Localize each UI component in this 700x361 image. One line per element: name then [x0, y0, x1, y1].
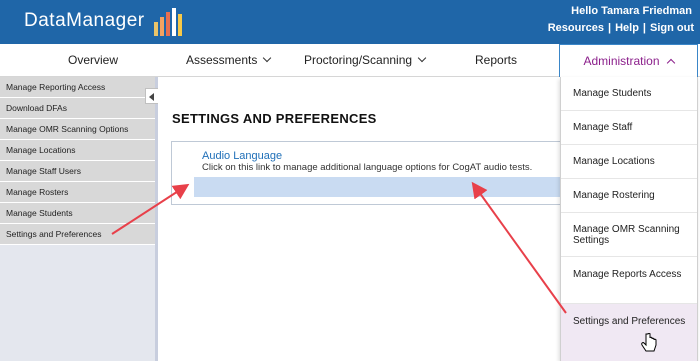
nav-label: Administration	[583, 54, 660, 68]
nav-overview[interactable]: Overview	[68, 44, 118, 77]
app-header: DataManager Hello Tamara Friedman Resour…	[0, 0, 700, 44]
nav-proctoring-scanning[interactable]: Proctoring/Scanning	[304, 44, 427, 77]
sidebar-item-manage-omr-scanning-options[interactable]: Manage OMR Scanning Options	[0, 119, 155, 140]
nav-label: Assessments	[186, 53, 258, 67]
nav-label: Overview	[68, 53, 119, 67]
resources-link[interactable]: Resources	[548, 22, 604, 34]
audio-language-link[interactable]: Audio Language	[202, 150, 282, 162]
user-greeting: Hello Tamara Friedman	[571, 5, 692, 17]
dropdown-item-manage-reports-access[interactable]: Manage Reports Access	[573, 269, 691, 280]
nav-label: Proctoring/Scanning	[304, 53, 413, 67]
administration-dropdown: Manage Students Manage Staff Manage Loca…	[560, 77, 698, 361]
sidebar-item-settings-and-preferences[interactable]: Settings and Preferences	[0, 224, 155, 245]
sidebar-item-manage-staff-users[interactable]: Manage Staff Users	[0, 161, 155, 182]
nav-label: Reports	[475, 53, 518, 67]
dropdown-divider	[561, 303, 697, 304]
dropdown-item-manage-rostering[interactable]: Manage Rostering	[573, 190, 691, 201]
nav-assessments[interactable]: Assessments	[186, 44, 272, 77]
link-separator: |	[642, 22, 646, 34]
sidebar-item-download-dfas[interactable]: Download DFAs	[0, 98, 155, 119]
logo-bars-icon	[154, 8, 182, 36]
chevron-down-icon	[417, 53, 427, 63]
sidebar-item-manage-rosters[interactable]: Manage Rosters	[0, 182, 155, 203]
audio-language-description: Click on this link to manage additional …	[202, 162, 533, 173]
dropdown-item-settings-and-preferences[interactable]: Settings and Preferences	[573, 316, 691, 327]
dropdown-divider	[561, 178, 697, 179]
sidebar-item-manage-students[interactable]: Manage Students	[0, 203, 155, 224]
dropdown-item-manage-locations[interactable]: Manage Locations	[573, 156, 691, 167]
chevron-up-icon	[666, 58, 675, 68]
sidebar-item-manage-reporting-access[interactable]: Manage Reporting Access	[0, 77, 155, 98]
dropdown-divider	[561, 144, 697, 145]
chevron-down-icon	[263, 53, 272, 63]
sign-out-link[interactable]: Sign out	[650, 22, 694, 34]
nav-reports[interactable]: Reports	[475, 44, 517, 77]
dropdown-item-manage-omr-scanning-settings[interactable]: Manage OMR Scanning Settings	[573, 224, 691, 246]
sidebar-item-manage-locations[interactable]: Manage Locations	[0, 140, 155, 161]
selected-row[interactable]	[194, 177, 567, 197]
dropdown-item-manage-staff[interactable]: Manage Staff	[573, 122, 691, 133]
dropdown-divider	[561, 256, 697, 257]
link-separator: |	[608, 22, 612, 34]
dropdown-active-highlight	[561, 304, 697, 361]
top-links: Resources | Help | Sign out	[548, 22, 694, 34]
dropdown-item-manage-students[interactable]: Manage Students	[573, 88, 691, 99]
hand-cursor-icon	[641, 333, 657, 352]
nav-administration[interactable]: Administration	[559, 44, 698, 77]
dropdown-divider	[561, 110, 697, 111]
dropdown-divider	[561, 212, 697, 213]
sidebar-collapse-chevron-left-icon[interactable]	[145, 88, 158, 104]
help-link[interactable]: Help	[615, 22, 639, 34]
page-title: SETTINGS AND PREFERENCES	[172, 111, 377, 126]
app-logo[interactable]: DataManager	[24, 10, 145, 32]
